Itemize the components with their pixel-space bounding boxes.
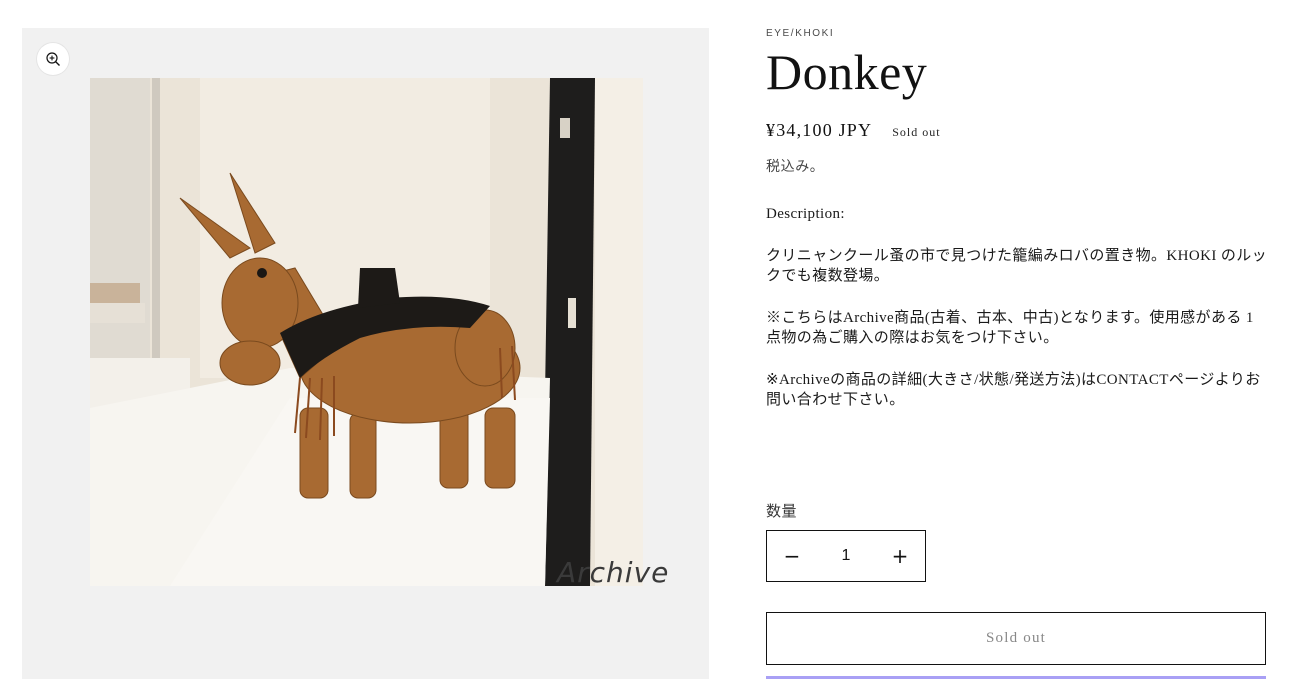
increase-quantity-button[interactable]: + <box>875 531 925 581</box>
description-heading: Description: <box>766 206 845 222</box>
sold-out-badge: Sold out <box>892 125 941 139</box>
product-media: Archive <box>22 28 709 679</box>
price-row: ¥34,100 JPY Sold out <box>766 120 941 141</box>
product-price: ¥34,100 JPY <box>766 120 873 140</box>
description-paragraph: ※こちらはArchive商品(古着、古本、中古)となります。使用感がある 1点物… <box>766 310 1254 346</box>
quantity-input[interactable] <box>819 546 873 566</box>
tax-note: 税込み。 <box>766 160 825 175</box>
product-vendor: EYE/KHOKI <box>766 28 835 39</box>
product-title: Donkey <box>766 44 928 100</box>
description-paragraph: クリニャンクール蚤の市で見つけた籠編みロバの置き物。KHOKI のルックでも複数… <box>766 248 1268 284</box>
product-description: Description: クリニャンクール蚤の市で見つけた籠編みロバの置き物。K… <box>766 204 1268 432</box>
zoom-in-icon <box>46 52 60 66</box>
add-to-cart-button[interactable]: Sold out <box>766 612 1266 665</box>
archive-watermark: Archive <box>557 556 670 589</box>
product-image[interactable] <box>90 78 643 586</box>
quantity-label: 数量 <box>766 504 798 520</box>
description-paragraph: ※Archiveの商品の詳細(大きさ/状態/発送方法)はCONTACTページより… <box>766 372 1261 408</box>
plus-icon: + <box>891 544 909 568</box>
decrease-quantity-button[interactable]: − <box>767 531 817 581</box>
zoom-button[interactable] <box>37 43 69 75</box>
minus-icon: − <box>783 544 801 568</box>
quantity-stepper: − + <box>766 530 926 582</box>
